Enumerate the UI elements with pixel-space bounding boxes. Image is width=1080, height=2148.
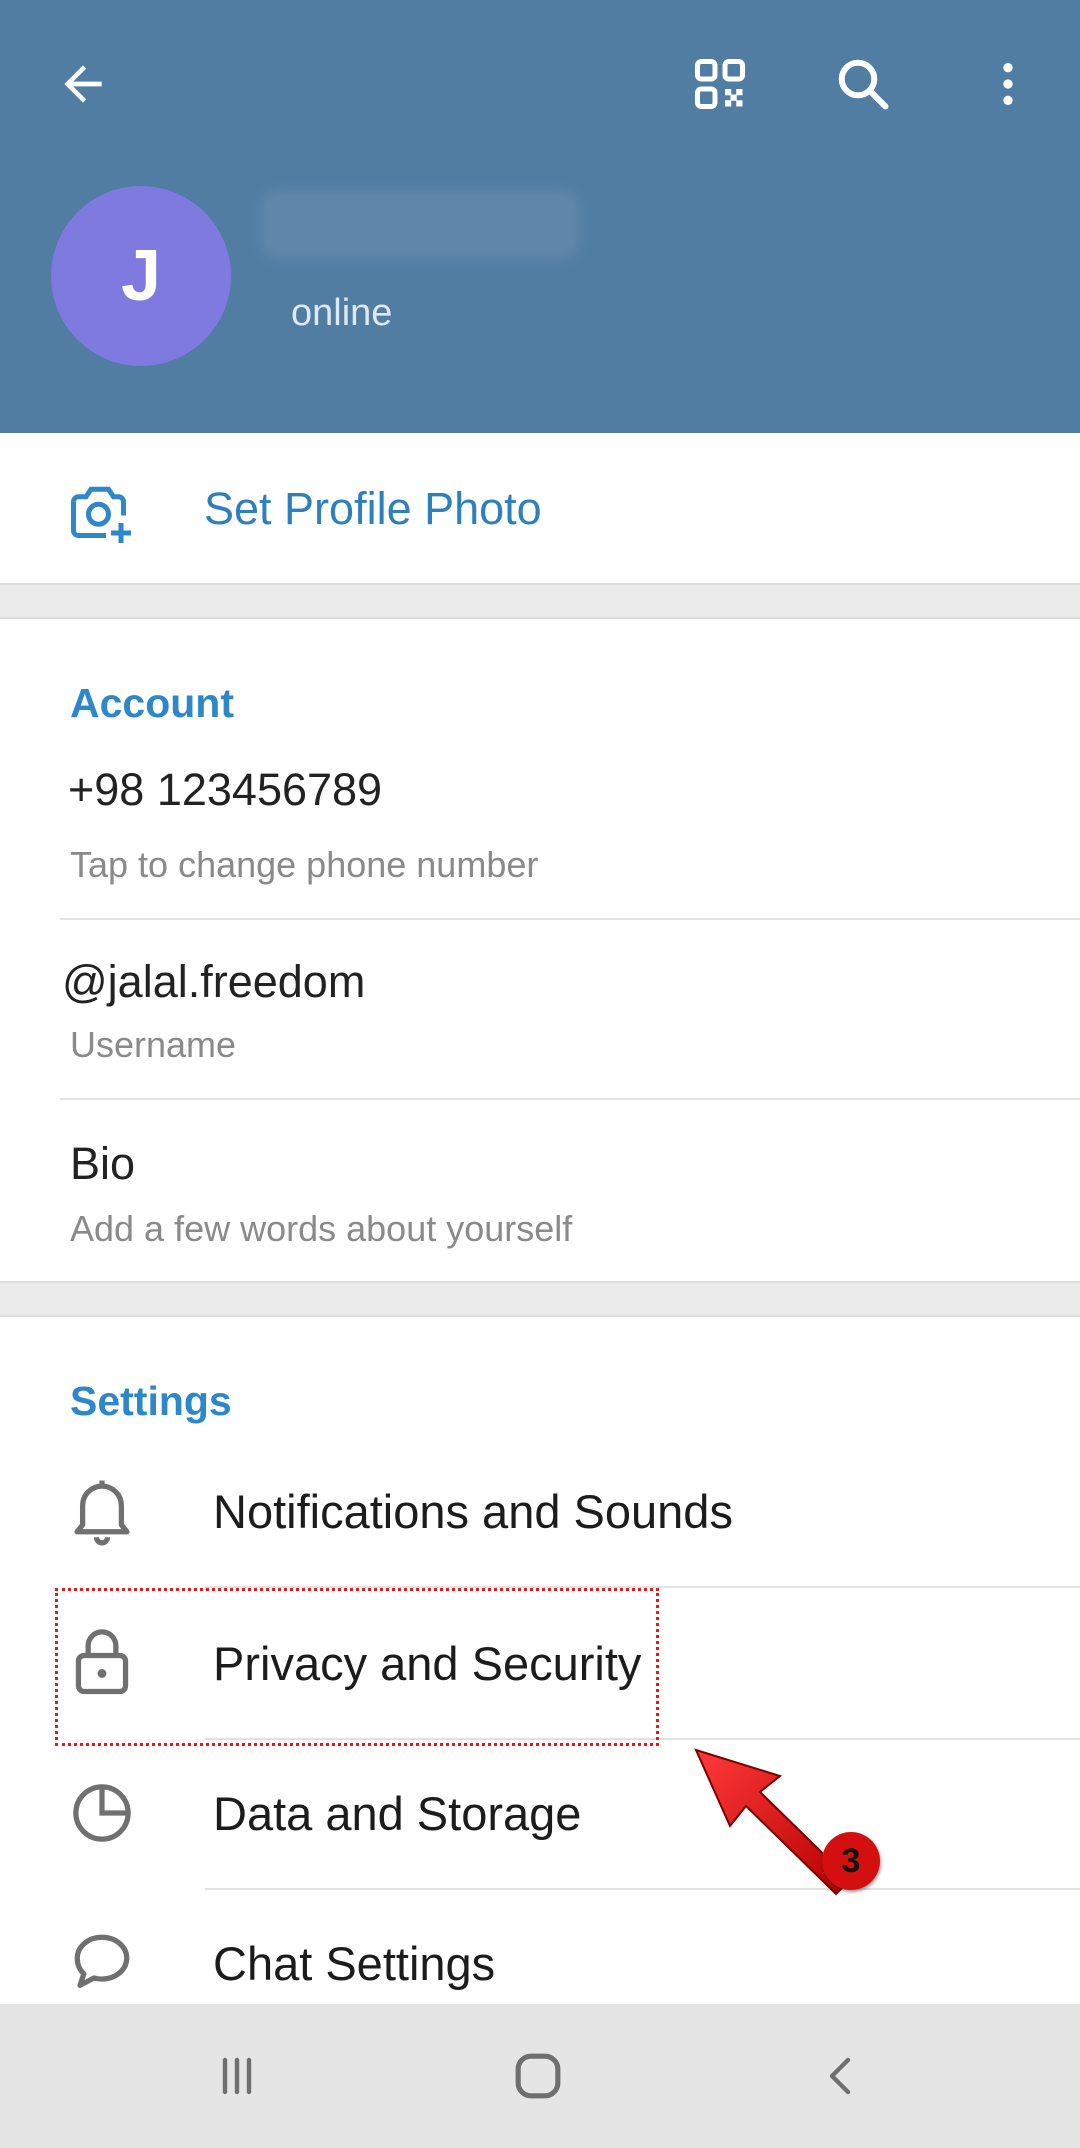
account-heading: Account xyxy=(70,680,234,726)
set-profile-photo-label: Set Profile Photo xyxy=(204,483,542,534)
qr-code-button[interactable] xyxy=(680,44,760,124)
bio-title: Bio xyxy=(70,1138,136,1189)
camera-add-icon xyxy=(71,486,131,543)
settings-heading: Settings xyxy=(70,1378,232,1424)
avatar-initial: J xyxy=(120,236,162,316)
back-chevron-icon xyxy=(829,2057,851,2095)
step-badge: 3 xyxy=(822,1832,880,1890)
bio-row[interactable]: Bio Add a few words about yourself xyxy=(0,1100,1080,1280)
annotation-arrow xyxy=(694,1748,852,1896)
system-nav-bar xyxy=(0,2004,1080,2148)
phone-number: +98 123456789 xyxy=(68,764,383,815)
bell-icon xyxy=(66,1475,138,1547)
avatar[interactable]: J xyxy=(51,186,231,366)
online-status: online xyxy=(291,292,393,334)
phone-row[interactable]: +98 123456789 Tap to change phone number xyxy=(0,740,1080,918)
highlight-box xyxy=(55,1588,659,1746)
settings-item-data-storage[interactable]: Data and Storage xyxy=(0,1740,1080,1888)
phone-hint: Tap to change phone number xyxy=(70,844,539,885)
bio-hint: Add a few words about yourself xyxy=(70,1208,573,1249)
set-profile-photo-row[interactable]: Set Profile Photo xyxy=(0,433,1080,583)
username-label: Username xyxy=(70,1024,237,1065)
more-vertical-icon xyxy=(1003,63,1013,105)
home-button[interactable] xyxy=(458,2004,618,2148)
username-value: @jalal.freedom xyxy=(62,956,366,1007)
settings-item-label: Chat Settings xyxy=(213,1937,496,1990)
search-icon xyxy=(838,59,889,110)
settings-item-chat[interactable]: Chat Settings xyxy=(0,1890,1080,2004)
section-gap xyxy=(0,583,1080,619)
chat-bubble-icon xyxy=(66,1926,138,1998)
clock-pie-icon xyxy=(66,1777,138,1849)
arrow-left-icon xyxy=(64,65,102,103)
qr-code-icon xyxy=(695,59,745,109)
settings-item-notifications[interactable]: Notifications and Sounds xyxy=(0,1436,1080,1586)
profile-header: J online xyxy=(0,0,1080,433)
username-row[interactable]: @jalal.freedom Username xyxy=(0,920,1080,1098)
recents-icon xyxy=(222,2057,252,2095)
home-icon xyxy=(515,2053,561,2099)
back-button[interactable] xyxy=(43,44,123,124)
profile-name-blurred xyxy=(260,190,580,260)
settings-item-label: Data and Storage xyxy=(213,1787,582,1840)
more-options-button[interactable] xyxy=(968,44,1048,124)
recents-button[interactable] xyxy=(157,2004,317,2148)
section-gap xyxy=(0,1281,1080,1317)
settings-item-label: Notifications and Sounds xyxy=(213,1485,733,1538)
search-button[interactable] xyxy=(823,44,903,124)
system-back-button[interactable] xyxy=(762,2004,922,2148)
